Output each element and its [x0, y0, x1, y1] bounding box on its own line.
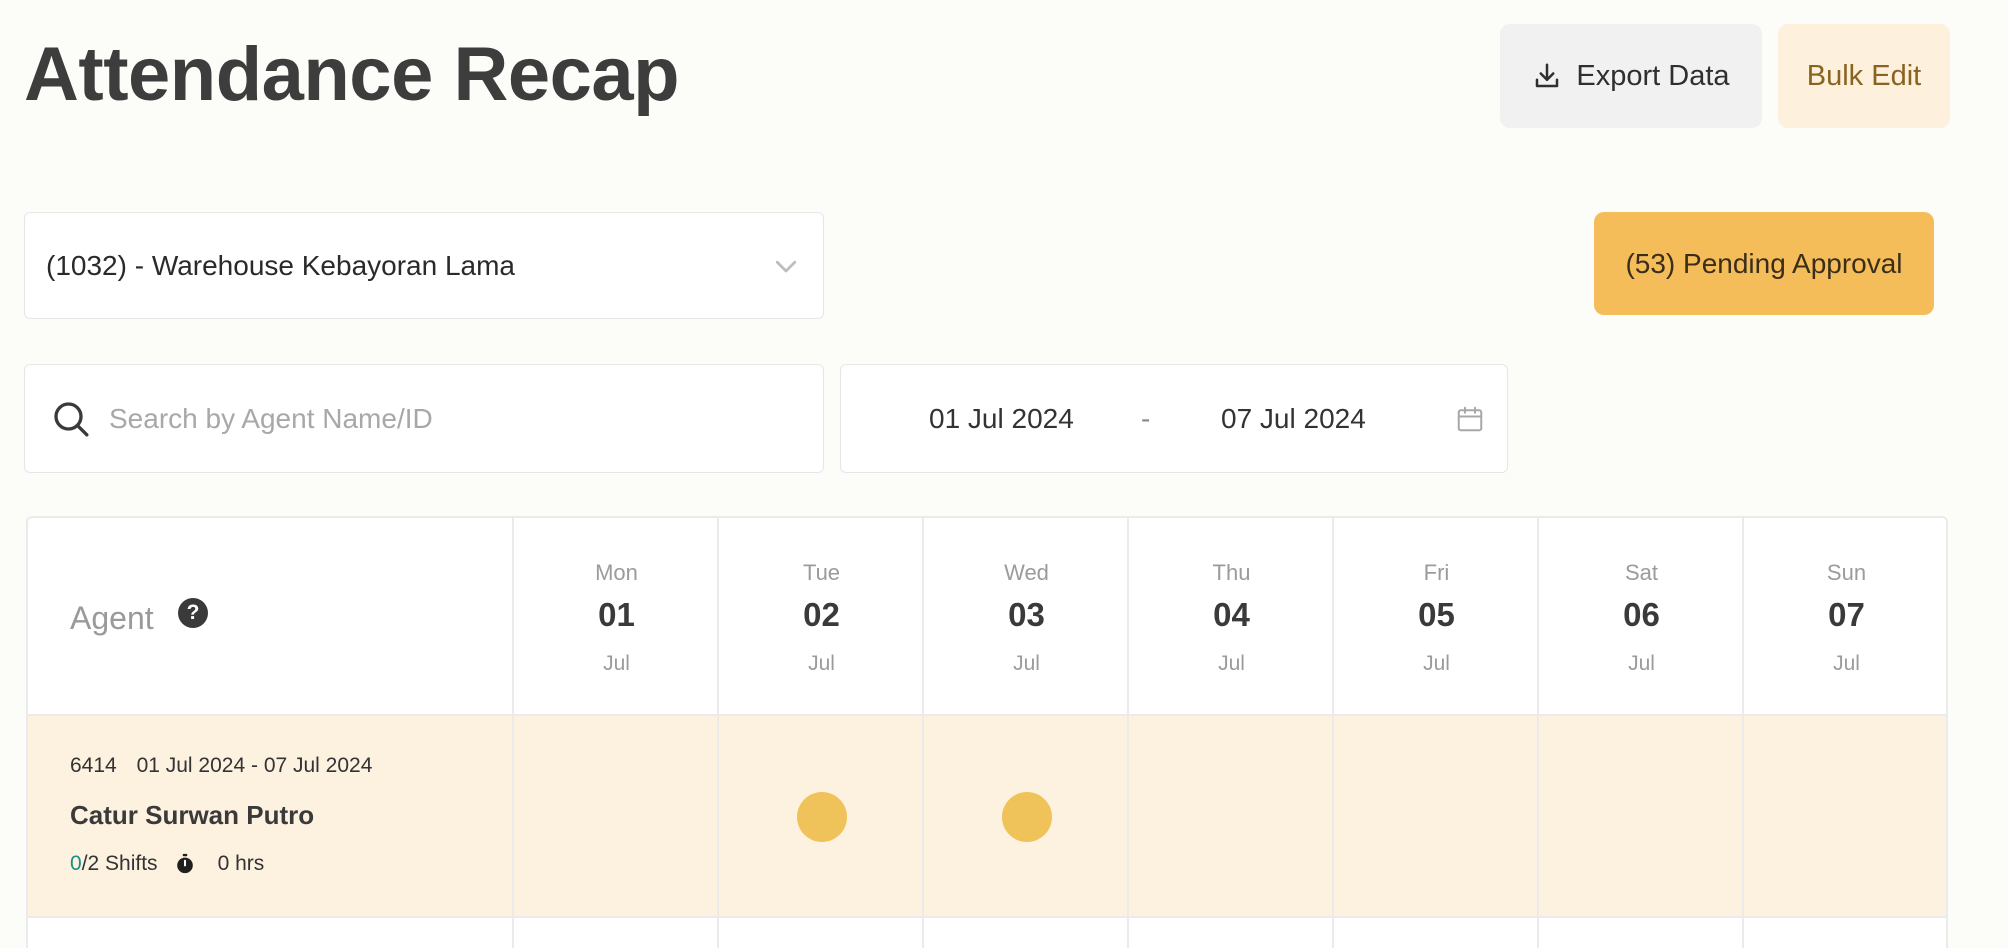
agent-id: 6414 [70, 754, 117, 777]
export-data-button[interactable]: Export Data [1500, 24, 1762, 128]
day-number: 05 [1418, 596, 1455, 633]
day-month: Jul [1423, 652, 1450, 675]
agent-shift-summary: 0 /2 Shifts 0 hrs [70, 852, 264, 876]
shifts-done: 0 [70, 852, 82, 875]
date-separator: - [1141, 403, 1151, 434]
shift-status-dot[interactable] [1001, 792, 1052, 842]
day-header-sun: Sun 07 Jul [1744, 518, 1946, 716]
column-divider [1742, 518, 1744, 948]
calendar-icon [1457, 406, 1483, 432]
column-divider [1537, 518, 1539, 948]
day-month: Jul [1013, 652, 1040, 675]
bulk-edit-button[interactable]: Bulk Edit [1778, 24, 1950, 128]
column-divider [1127, 518, 1129, 948]
pending-approval-button[interactable]: (53) Pending Approval [1594, 212, 1934, 315]
day-name: Tue [802, 560, 841, 585]
day-name: Sun [1826, 560, 1867, 585]
page-title: Attendance Recap [24, 32, 680, 117]
agent-column-header: Agent [70, 600, 154, 636]
day-month: Jul [808, 652, 835, 675]
day-number: 03 [1008, 596, 1045, 633]
day-number: 01 [598, 596, 635, 633]
date-range-picker[interactable]: 01 Jul 2024 - 07 Jul 2024 [840, 364, 1508, 473]
day-month: Jul [1218, 652, 1245, 675]
agent-name: Catur Surwan Putro [70, 800, 315, 830]
day-month: Jul [1833, 652, 1860, 675]
warehouse-select-value: (1032) - Warehouse Kebayoran Lama [46, 249, 515, 281]
chevron-down-icon [775, 260, 797, 273]
timer-icon [176, 853, 193, 874]
day-number: 07 [1828, 596, 1865, 633]
export-data-label: Export Data [1576, 59, 1730, 92]
row-divider [28, 916, 1946, 918]
column-divider [1332, 518, 1334, 948]
day-month: Jul [603, 652, 630, 675]
day-name: Thu [1212, 560, 1251, 585]
agent-meta: 6414 01 Jul 2024 - 07 Jul 2024 [70, 754, 372, 778]
day-month: Jul [1628, 652, 1655, 675]
day-header-tue: Tue 02 Jul [719, 518, 924, 716]
date-end: 07 Jul 2024 [1221, 403, 1366, 434]
warehouse-select[interactable]: (1032) - Warehouse Kebayoran Lama [24, 212, 824, 319]
day-name: Mon [595, 560, 638, 585]
day-header-wed: Wed 03 Jul [924, 518, 1129, 716]
day-header-sat: Sat 06 Jul [1539, 518, 1744, 716]
help-icon[interactable]: ? [178, 598, 208, 628]
day-name: Wed [1004, 560, 1049, 585]
date-start: 01 Jul 2024 [929, 403, 1074, 434]
day-number: 02 [803, 596, 840, 633]
day-number: 04 [1213, 596, 1250, 633]
day-header-fri: Fri 05 Jul [1334, 518, 1539, 716]
agent-hours: 0 hrs [217, 852, 265, 875]
day-number: 06 [1623, 596, 1660, 633]
shift-status-dot[interactable] [796, 792, 847, 842]
agent-period: 01 Jul 2024 - 07 Jul 2024 [136, 754, 373, 777]
table-row[interactable]: 6414 01 Jul 2024 - 07 Jul 2024 Catur Sur… [28, 716, 1946, 916]
search-icon [54, 401, 89, 436]
day-name: Fri [1423, 560, 1450, 585]
download-icon [1536, 63, 1559, 88]
shifts-total: /2 Shifts [81, 852, 158, 875]
agent-search[interactable] [24, 364, 824, 473]
day-header-thu: Thu 04 Jul [1129, 518, 1334, 716]
header-divider [28, 714, 1946, 716]
day-header-mon: Mon 01 Jul [514, 518, 719, 716]
column-divider [717, 518, 719, 948]
column-divider [512, 518, 514, 948]
day-name: Sat [1624, 560, 1659, 585]
search-input[interactable] [109, 402, 769, 435]
column-divider [922, 518, 924, 948]
attendance-table: Agent ? Mon 01 Jul Tue 02 Jul Wed 03 Jul… [26, 516, 1948, 948]
